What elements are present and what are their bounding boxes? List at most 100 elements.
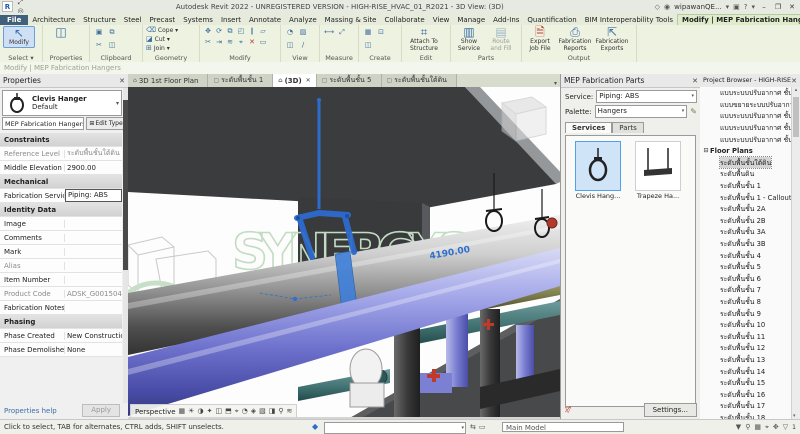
create-tool-icon[interactable]: ◫ [362,39,374,51]
modify-tool-icon[interactable]: ≋ [225,37,235,47]
property-row[interactable]: Phasing [0,315,122,329]
browser-tree-item[interactable]: ระดับพื้นชั้น 14 [700,365,792,377]
browser-tree-item[interactable]: ระดับพื้นชั้น 1 - Callout 2 [700,191,792,203]
selection-toggle-icon[interactable]: ⚲ [745,423,750,432]
browser-tree-item[interactable]: ระดับพื้นชั้น 4 [700,249,792,261]
browser-tree-item[interactable]: ระดับพื้นชั้น 11 [700,330,792,342]
modify-tool-icon[interactable]: ∥ [247,26,257,36]
view-tool-icon[interactable]: ◔ [284,26,296,38]
close-button[interactable]: ✕ [787,3,797,11]
browser-tree-item[interactable]: ระดับพื้นชั้น 15 [700,377,792,389]
restore-button[interactable]: ❐ [773,3,783,11]
view-control-icon[interactable]: ⌖ [235,407,239,416]
service-combo[interactable]: Piping: ABS▾ [596,90,697,103]
view-tool-icon[interactable]: ◫ [284,39,296,51]
design-option-combo[interactable]: Main Model [502,422,624,432]
modify-tool-icon[interactable]: ⌖ [236,37,246,47]
browser-tree-item[interactable]: แบบระบบปรับอากาศ ชั้นใต้ดิน [700,87,792,99]
revit-app-icon[interactable]: R [2,1,13,12]
ribbon-tab[interactable]: Insert [217,15,245,25]
browser-tree-item[interactable]: ระดับพื้นชั้น 6 [700,273,792,285]
ribbon-tab[interactable]: Massing & Site [321,15,381,25]
browser-tree-item[interactable]: ระดับพื้นชั้น 9 [700,307,792,319]
browser-tree-item[interactable]: ระดับพื้นชั้น 18 [700,412,792,419]
fabrication-exports-button[interactable]: ⇱Fabrication Exports [595,26,629,52]
parts-panel-tab[interactable]: Parts [612,122,643,133]
close-icon[interactable]: ✕ [119,77,125,85]
ribbon-tab[interactable]: BIM Interoperability Tools [581,15,677,25]
status-mid-icon[interactable]: ▭ [479,423,486,431]
ribbon-tab[interactable]: Structure [79,15,120,25]
property-row[interactable]: Phase Created New Construction [0,329,122,343]
ribbon-tab[interactable]: Collaborate [380,15,428,25]
family-filter-combo[interactable]: MEP Fabrication Hangers (1▾ [2,117,84,130]
close-icon[interactable]: ✕ [692,77,698,85]
view-tool-icon[interactable]: ∕ [297,39,309,51]
edit-palette-icon[interactable]: ✎ [690,107,697,116]
browser-tree-item[interactable]: ระดับพื้นชั้น 12 [700,342,792,354]
view-control-icon[interactable]: ▦ [179,407,186,416]
ribbon-tab[interactable]: Systems [179,15,217,25]
ribbon-tab[interactable]: Architecture [28,15,79,25]
property-row[interactable]: Mark [0,245,122,259]
browser-tree-item[interactable]: ระดับพื้นชั้น 3A [700,226,792,238]
clipboard-icon[interactable]: ⧉ [106,26,118,38]
part-item-trapeze[interactable]: Trapeze Ha... [631,141,685,200]
view-control-icon[interactable]: ✦ [207,407,213,416]
browser-tree-item[interactable]: ระดับพื้นชั้น 3B [700,238,792,250]
view-control-icon[interactable]: ◈ [251,407,256,416]
browser-tree-item[interactable]: ระดับพื้นชั้น 10 [700,319,792,331]
property-row[interactable]: Comments [0,231,122,245]
fabrication-reports-button[interactable]: ⎙Fabrication Reports [557,26,593,52]
modify-tool-icon[interactable]: ▭ [258,37,268,47]
view-control-icon[interactable]: ◔ [242,407,248,416]
browser-tree-item[interactable]: ระดับพื้นชั้น 17 [700,400,792,412]
browser-scrollbar[interactable]: ▴▾ [791,87,800,419]
property-row[interactable]: Identity Data [0,203,122,217]
view-tab[interactable]: ⌂ (3D) ✕ [273,74,316,87]
clipboard-icon[interactable]: ▣ [93,26,105,38]
view-cube[interactable] [502,97,546,141]
view-tab[interactable]: ⌂ 3D 1st Floor Plan [128,74,208,87]
modify-tool-icon[interactable]: ⧉ [225,26,235,36]
export-job-file-button[interactable]: 🗎Export Job File [525,26,555,52]
view-control-icon[interactable]: ▧ [259,407,266,416]
signed-in-user[interactable]: wipawanQE... [674,3,721,11]
view-tab-close-icon[interactable]: ✕ [306,77,311,84]
properties-help-link[interactable]: Properties help [0,407,57,415]
view-control-icon[interactable]: ☀ [188,407,194,416]
browser-tree-item[interactable]: ระดับพื้นชั้น 16 [700,388,792,400]
view-control-icon[interactable]: ◫ [215,407,222,416]
selection-toggle-icon[interactable]: ▼ [736,423,741,432]
property-row[interactable]: Middle Elevation 2900.00 [0,161,122,175]
browser-tree-item[interactable]: ระดับพื้นชั้น 1 [700,180,792,192]
browser-tree-item[interactable]: ระดับพื้นชั้น 2B [700,215,792,227]
property-row[interactable]: Phase Demolished None [0,343,122,357]
selection-toggle-icon[interactable]: ▦ [754,423,761,432]
property-row[interactable]: Reference Level ระดับพื้นชั้นใต้ดิน [0,147,122,161]
ribbon-tab[interactable]: Steel [120,15,146,25]
geometry-tool[interactable]: ⊞Join ▾ [146,44,178,52]
account-icon[interactable]: ◉ [664,3,670,11]
help-dropdown-icon[interactable]: ▾ [751,3,755,11]
property-row[interactable]: Fabrication Service Piping: ABS [0,189,122,203]
browser-tree-item[interactable]: แบบขยายระบบปรับอากาศ ชั้น 1 [700,99,792,111]
help-icon[interactable]: ? [744,3,748,11]
property-row[interactable]: Fabrication Notes [0,301,122,315]
browser-tree-item[interactable]: ระดับพื้นชั้น 7 [700,284,792,296]
properties-toggle-button[interactable]: ◫ [46,26,76,39]
settings-button[interactable]: Settings... [644,403,697,417]
ribbon-tab[interactable]: Analyze [285,15,321,25]
ribbon-tab[interactable]: Modify | MEP Fabrication Hangers [677,14,800,25]
show-service-button[interactable]: ▥Show Service [454,26,484,52]
browser-tree-item[interactable]: ⊟ Floor Plans [700,145,792,157]
property-row[interactable]: Image [0,217,122,231]
status-mid-icon[interactable]: ⇆ [470,423,476,431]
browser-tree-item[interactable]: ระดับพื้นชั้น 13 [700,354,792,366]
browser-tree-item[interactable]: แบบระบบปรับอากาศ ชั้น 4 [700,122,792,134]
browser-tree-item[interactable]: ระดับพื้นดิน [700,168,792,180]
modify-tool-icon[interactable]: ⟳ [214,26,224,36]
view-tab[interactable]: ▢ ระดับพื้นชั้น 5 [317,74,382,87]
ribbon-tab[interactable]: Precast [146,15,180,25]
ribbon-tab[interactable]: Quantification [523,15,580,25]
